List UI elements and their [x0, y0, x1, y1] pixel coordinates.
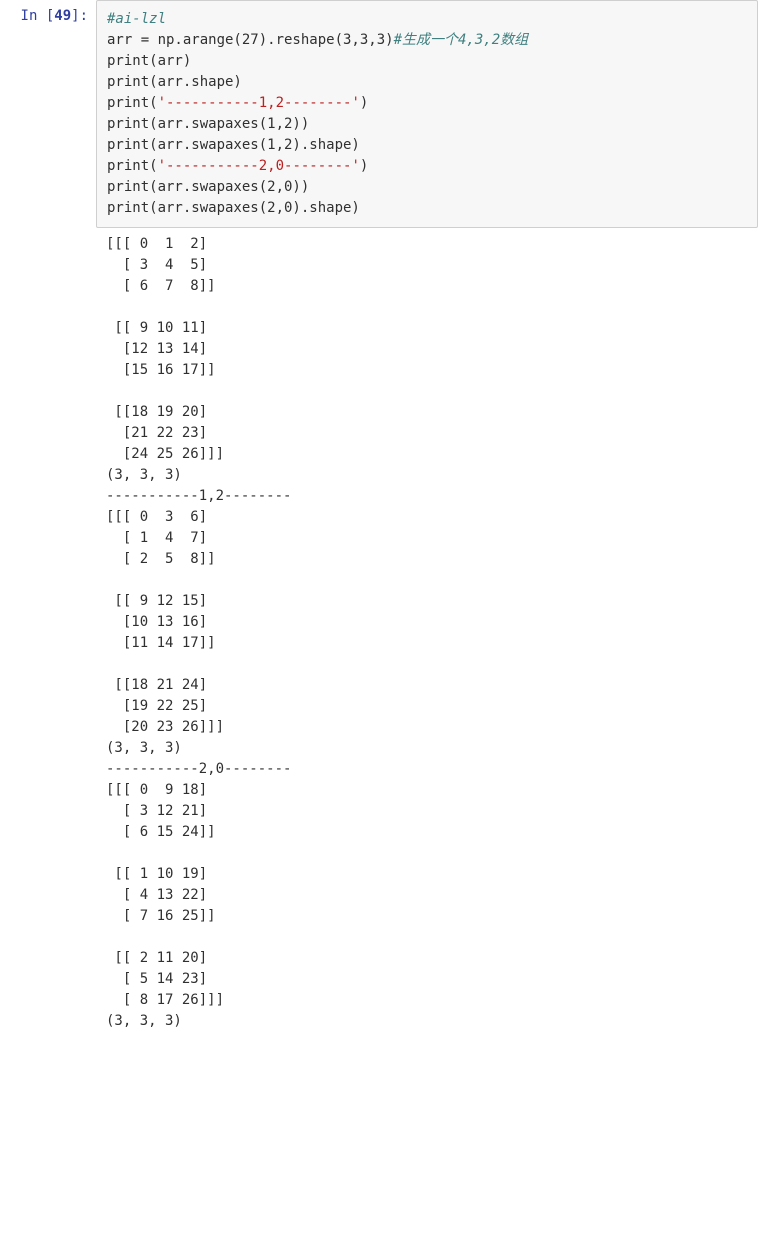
code-input-area[interactable]: #ai-lzl arr = np.arange(27).reshape(3,3,3… — [96, 0, 758, 228]
string-text: '-----------2,0--------' — [158, 158, 360, 174]
stdout-output: [[[ 0 1 2] [ 3 4 5] [ 6 7 8]] [[ 9 10 11… — [96, 228, 758, 1038]
prompt-label: In — [21, 8, 46, 24]
prompt-number: 49 — [54, 8, 71, 24]
code-text: ) — [360, 158, 368, 174]
output-cell: [[[ 0 1 2] [ 3 4 5] [ 6 7 8]] [[ 9 10 11… — [0, 228, 758, 1038]
code-text: print( — [107, 95, 158, 111]
code-line-2: arr = np.arange(27).reshape(3,3,3)#生成一个4… — [107, 30, 747, 51]
code-text: print(arr.swapaxes(1,2).shape) — [107, 137, 360, 153]
code-line-6: print(arr.swapaxes(1,2)) — [107, 114, 747, 135]
code-text: print(arr.swapaxes(2,0).shape) — [107, 200, 360, 216]
code-line-8: print('-----------2,0--------') — [107, 156, 747, 177]
code-line-5: print('-----------1,2--------') — [107, 93, 747, 114]
code-line-1: #ai-lzl — [107, 9, 747, 30]
code-text: ) — [360, 95, 368, 111]
prompt-close: ]: — [71, 8, 88, 24]
output-prompt-spacer — [0, 228, 96, 232]
comment-text: #ai-lzl — [107, 11, 166, 27]
code-line-4: print(arr.shape) — [107, 72, 747, 93]
code-line-10: print(arr.swapaxes(2,0).shape) — [107, 198, 747, 219]
code-text: print(arr) — [107, 53, 191, 69]
code-text: arr = np.arange(27).reshape(3,3,3) — [107, 32, 394, 48]
code-line-9: print(arr.swapaxes(2,0)) — [107, 177, 747, 198]
code-text: print(arr.swapaxes(2,0)) — [107, 179, 309, 195]
input-cell: In [49]: #ai-lzl arr = np.arange(27).resh… — [0, 0, 758, 228]
string-text: '-----------1,2--------' — [158, 95, 360, 111]
code-text: print(arr.shape) — [107, 74, 242, 90]
code-text: print(arr.swapaxes(1,2)) — [107, 116, 309, 132]
input-prompt: In [49]: — [0, 0, 96, 24]
code-text: print( — [107, 158, 158, 174]
code-line-7: print(arr.swapaxes(1,2).shape) — [107, 135, 747, 156]
comment-text: #生成一个4,3,2数组 — [394, 32, 529, 48]
code-line-3: print(arr) — [107, 51, 747, 72]
